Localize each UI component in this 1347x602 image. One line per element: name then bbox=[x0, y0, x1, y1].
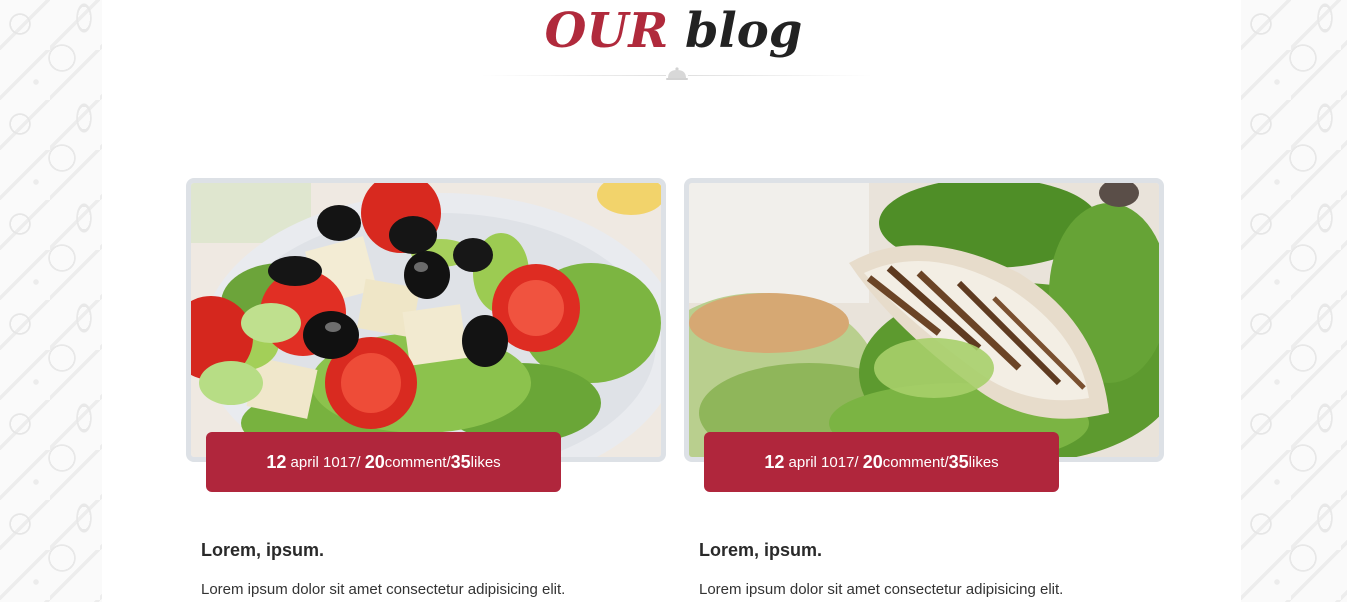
post-likes-count: 35 bbox=[450, 451, 471, 472]
cloche-icon bbox=[666, 67, 688, 80]
title-divider-right bbox=[688, 75, 873, 76]
post-comments-count: 20 bbox=[364, 451, 385, 472]
blog-post-image[interactable] bbox=[186, 178, 666, 462]
post-comments-count: 20 bbox=[862, 451, 883, 472]
blog-title-accent: OUR bbox=[544, 3, 669, 59]
blog-post-card[interactable]: 12 april 1017/ 20 comment/35 likes Lorem, … bbox=[186, 178, 666, 598]
post-day: 12 bbox=[266, 451, 287, 472]
title-divider-left bbox=[481, 75, 666, 76]
post-likes-label: likes bbox=[470, 453, 501, 471]
post-likes-label: likes bbox=[968, 453, 999, 471]
post-month-year: april 1017/ bbox=[788, 453, 859, 471]
blog-title-rest: blog bbox=[684, 3, 803, 59]
food-doodle-pattern-right bbox=[1241, 0, 1347, 602]
blog-post-card[interactable]: 12 april 1017/ 20 comment/35 likes Lorem, … bbox=[684, 178, 1164, 598]
post-excerpt: Lorem ipsum dolor sit amet consectetur a… bbox=[201, 581, 566, 598]
post-title[interactable]: Lorem, ipsum. bbox=[201, 540, 324, 561]
post-comments-label: comment/ bbox=[384, 453, 451, 471]
post-meta-badge: 12 april 1017/ 20 comment/35 likes bbox=[704, 432, 1059, 492]
post-excerpt: Lorem ipsum dolor sit amet consectetur a… bbox=[699, 581, 1064, 598]
post-day: 12 bbox=[764, 451, 785, 472]
post-comments-label: comment/ bbox=[882, 453, 949, 471]
post-title[interactable]: Lorem, ipsum. bbox=[699, 540, 822, 561]
food-doodle-pattern-left bbox=[0, 0, 102, 602]
blog-section-title: OUR blog bbox=[0, 0, 1347, 62]
blog-post-image[interactable] bbox=[684, 178, 1164, 462]
post-month-year: april 1017/ bbox=[290, 453, 361, 471]
grilled-chicken-lettuce-photo bbox=[689, 183, 1159, 457]
post-meta-badge: 12 april 1017/ 20 comment/35 likes bbox=[206, 432, 561, 492]
post-likes-count: 35 bbox=[948, 451, 969, 472]
greek-salad-photo bbox=[191, 183, 661, 457]
